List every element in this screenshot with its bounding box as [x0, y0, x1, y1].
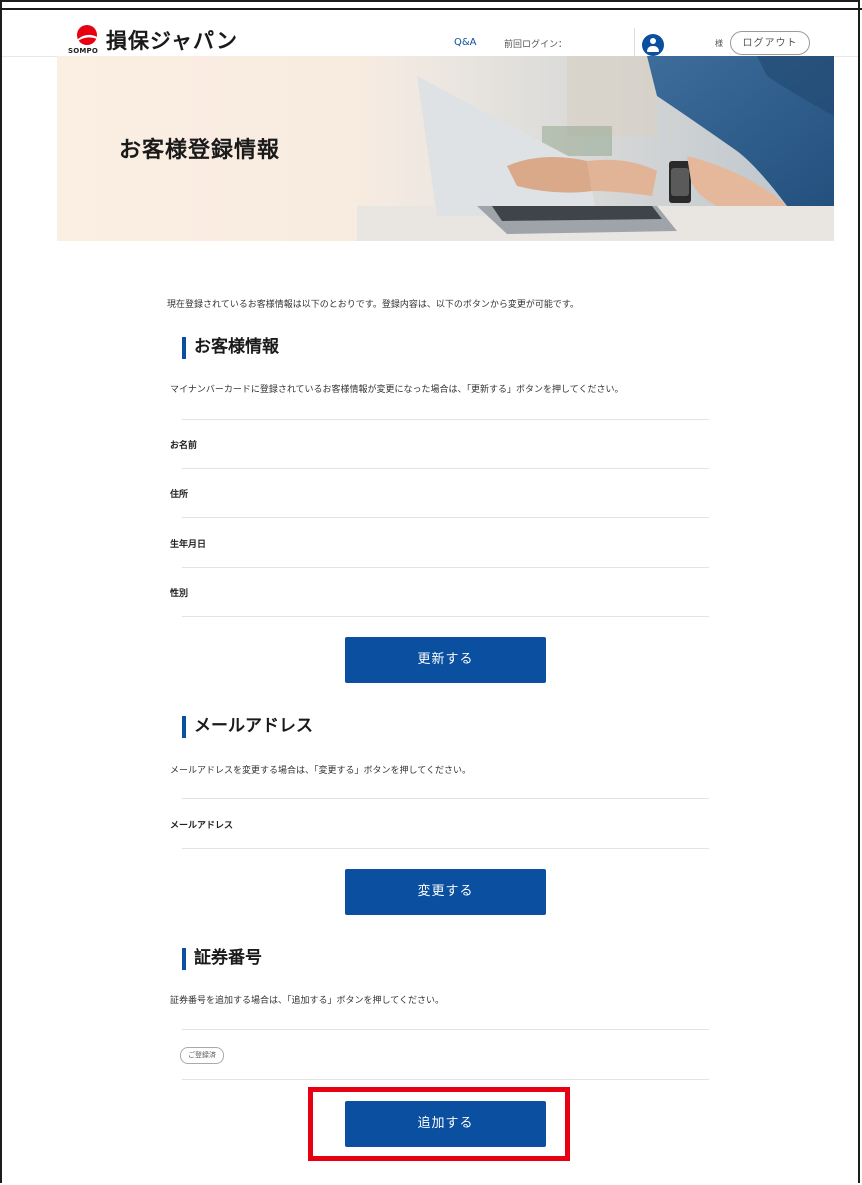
- row-divider: [182, 468, 709, 469]
- user-avatar-icon[interactable]: [642, 34, 664, 56]
- policy-number-heading: 証券番号: [182, 947, 262, 970]
- row-divider: [182, 517, 709, 518]
- row-divider: [182, 798, 709, 799]
- field-gender-label: 性別: [170, 589, 189, 599]
- sompo-logo-icon: [77, 25, 97, 45]
- policy-number-description: 証券番号を追加する場合は、「追加する」ボタンを押してください。: [170, 996, 444, 1006]
- field-address-label: 住所: [170, 490, 189, 500]
- laptop-photo: [357, 56, 834, 241]
- honorific-label: 様: [715, 39, 723, 48]
- logout-button[interactable]: ログアウト: [730, 31, 810, 55]
- row-divider: [182, 419, 709, 420]
- highlight-box: [308, 1087, 570, 1161]
- row-divider: [182, 1029, 709, 1030]
- intro-text: 現在登録されているお客様情報は以下のとおりです。登録内容は、以下のボタンから変更…: [167, 300, 579, 310]
- row-divider: [182, 1079, 709, 1080]
- site-header: SOMPO 損保ジャパン Q&A 前回ログイン： 様 ログアウト: [2, 10, 858, 57]
- field-email-label: メールアドレス: [170, 821, 234, 831]
- change-button[interactable]: 変更する: [345, 869, 546, 915]
- row-divider: [182, 567, 709, 568]
- brand-sub: SOMPO: [68, 47, 99, 55]
- page-title: お客様登録情報: [119, 138, 281, 163]
- field-name-label: お名前: [170, 441, 198, 451]
- registered-badge: ご登録済: [180, 1047, 224, 1064]
- last-login-label: 前回ログイン：: [504, 40, 568, 50]
- row-divider: [182, 616, 709, 617]
- hero-banner: お客様登録情報: [57, 56, 834, 241]
- brand-name: 損保ジャパン: [106, 29, 238, 53]
- nav-qa-link[interactable]: Q&A: [454, 37, 477, 48]
- update-button[interactable]: 更新する: [345, 637, 546, 683]
- email-heading: メールアドレス: [182, 715, 313, 738]
- customer-info-description: マイナンバーカードに登録されているお客様情報が変更になった場合は、「更新する」ボ…: [170, 385, 624, 395]
- row-divider: [182, 848, 709, 849]
- field-birthdate-label: 生年月日: [170, 540, 207, 550]
- header-divider: [634, 28, 635, 56]
- customer-info-heading: お客様情報: [182, 336, 279, 359]
- email-description: メールアドレスを変更する場合は、「変更する」ボタンを押してください。: [170, 766, 471, 776]
